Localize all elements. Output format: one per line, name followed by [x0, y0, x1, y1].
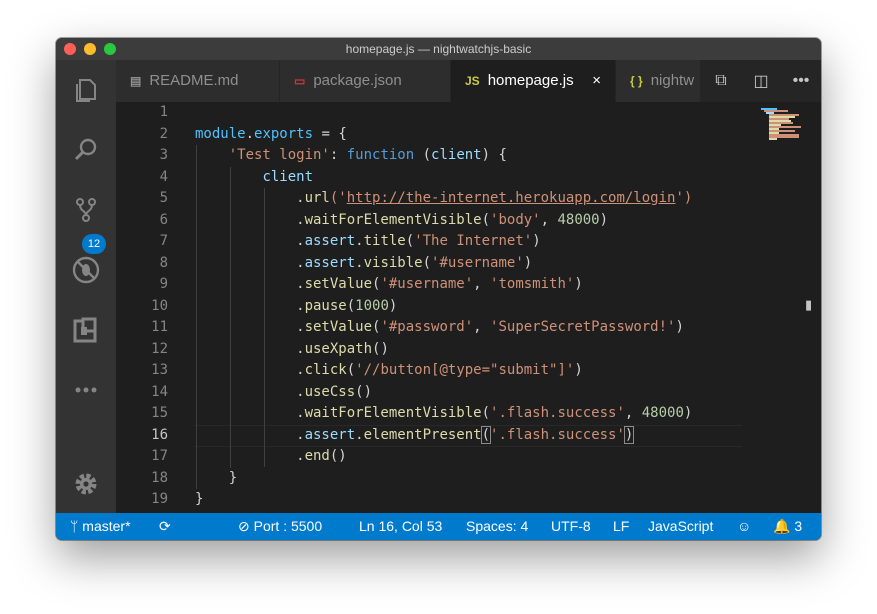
activity-bar: 12 [56, 60, 116, 513]
line-number: 10 [151, 297, 168, 314]
minimize-window-button[interactable] [84, 43, 96, 55]
tab-label: README.md [149, 72, 239, 89]
overview-ruler-marker: ▮ [805, 297, 813, 312]
code-line-8: .assert.visible('#username') [195, 254, 533, 271]
line-number: 18 [151, 469, 168, 486]
code-line-19: } [195, 491, 204, 507]
line-number: 1 [159, 104, 168, 120]
source-control-icon[interactable] [56, 186, 116, 234]
more-actions-icon[interactable]: ••• [787, 72, 815, 90]
port-label: Port : 5500 [253, 518, 323, 534]
tab-nightwatch-json[interactable]: { } nightw [616, 60, 701, 102]
encoding[interactable]: UTF-8 [551, 513, 591, 540]
code-line-17: .end() [195, 448, 347, 464]
live-server-port[interactable]: ⊘ Port : 5500 [238, 513, 322, 540]
code-line-15: .waitForElementVisible('.flash.success',… [195, 405, 693, 421]
line-number: 7 [159, 233, 168, 249]
line-number-gutter: 1 2 3 4 5 6 7 8 9 10 11 12 13 14 15 16 1… [116, 102, 168, 513]
tab-label: homepage.js [487, 72, 574, 89]
code-line-3: 'Test login': function (client) { [228, 147, 507, 163]
language-mode[interactable]: JavaScript [648, 513, 713, 540]
window-title: homepage.js — nightwatchjs-basic [345, 42, 532, 56]
bracket-match: ( [480, 425, 492, 444]
code-line-12: .useXpath() [195, 340, 389, 357]
line-number: 17 [151, 448, 168, 464]
notification-count: 3 [794, 518, 803, 534]
line-number-current: 16 [151, 426, 168, 443]
search-icon[interactable] [56, 126, 116, 174]
bracket-match: ) [623, 425, 635, 444]
more-views-icon[interactable] [56, 366, 116, 414]
status-bar: ᛘ master* ⟳ ⊘ Port : 5500 Ln 16, Col 53 … [56, 513, 821, 540]
open-changes-icon[interactable]: ⧉ [707, 72, 735, 90]
close-window-button[interactable] [64, 43, 76, 55]
title-bar: homepage.js — nightwatchjs-basic [56, 38, 821, 60]
code-line-11: .setValue('#password', 'SuperSecretPassw… [195, 319, 684, 335]
extensions-icon[interactable] [56, 306, 116, 354]
code-editor[interactable]: 1 2 3 4 5 6 7 8 9 10 11 12 13 14 15 16 1… [116, 102, 821, 513]
tab-label: package.json [313, 72, 402, 89]
maximize-window-button[interactable] [104, 43, 116, 55]
code-line-2: module.exports = { [195, 125, 347, 142]
minimap[interactable] [761, 106, 803, 140]
code-line-14: .useCss() [195, 383, 373, 400]
feedback-smiley-icon[interactable]: ☺ [737, 513, 751, 540]
line-number: 15 [151, 405, 168, 421]
json-file-icon: { } [630, 74, 643, 88]
editor-actions: ⧉ ◫ ••• [701, 60, 821, 102]
bell-icon: 🔔 [773, 518, 791, 534]
line-number: 14 [151, 383, 168, 400]
code-line-7: .assert.title('The Internet') [195, 233, 541, 249]
end-of-line[interactable]: LF [613, 513, 629, 540]
code-line-13: .click('//button[@type="submit"]') [195, 362, 583, 378]
indentation[interactable]: Spaces: 4 [466, 513, 528, 540]
line-number: 8 [159, 254, 168, 271]
code-line-6: .waitForElementVisible('body', 48000) [195, 211, 609, 228]
close-tab-icon[interactable]: × [592, 60, 601, 102]
line-number: 11 [151, 319, 168, 335]
line-number: 3 [159, 147, 168, 163]
tab-readme[interactable]: ▤ README.md [116, 60, 280, 102]
line-number: 9 [159, 276, 168, 292]
code-line-9: .setValue('#username', 'tomsmith') [195, 276, 583, 292]
debug-icon[interactable] [56, 246, 116, 294]
branch-indicator[interactable]: ᛘ master* [70, 513, 131, 540]
tab-package-json[interactable]: ▭ package.json [280, 60, 451, 102]
line-number: 13 [151, 362, 168, 378]
git-branch-icon: ᛘ [70, 518, 79, 534]
line-number: 12 [151, 340, 168, 357]
editor-window: homepage.js — nightwatchjs-basic 12 ▤ RE… [56, 38, 821, 540]
npm-file-icon: ▭ [294, 74, 306, 88]
code-line-16: .assert.elementPresent('.flash.success') [195, 425, 635, 444]
no-entry-icon: ⊘ [238, 518, 250, 534]
tab-bar: ▤ README.md ▭ package.json JS homepage.j… [116, 60, 821, 102]
cursor-position[interactable]: Ln 16, Col 53 [359, 513, 442, 540]
line-number: 4 [159, 168, 168, 185]
tab-homepage-js[interactable]: JS homepage.js × [451, 60, 616, 102]
settings-gear-icon[interactable] [56, 460, 116, 508]
code-line-10: .pause(1000) [195, 297, 398, 314]
url-link[interactable]: http://the-internet.herokuapp.com/login [347, 190, 676, 206]
code-area: module.exports = { 'Test login': functio… [195, 102, 755, 513]
line-number: 2 [159, 125, 168, 142]
line-number: 19 [151, 491, 168, 507]
js-file-icon: JS [465, 74, 480, 88]
line-number: 6 [159, 211, 168, 228]
sync-icon[interactable]: ⟳ [159, 513, 171, 540]
code-line-18: } [195, 469, 238, 486]
readme-file-icon: ▤ [130, 74, 142, 88]
line-number: 5 [159, 190, 168, 206]
tab-label: nightw [650, 72, 695, 89]
split-editor-icon[interactable]: ◫ [747, 71, 775, 91]
code-line-5: .url('http://the-internet.herokuapp.com/… [195, 190, 693, 206]
code-line-4: client [262, 168, 314, 185]
branch-label: master* [82, 518, 131, 534]
explorer-icon[interactable] [56, 66, 116, 114]
notifications[interactable]: 🔔 3 [773, 513, 802, 540]
